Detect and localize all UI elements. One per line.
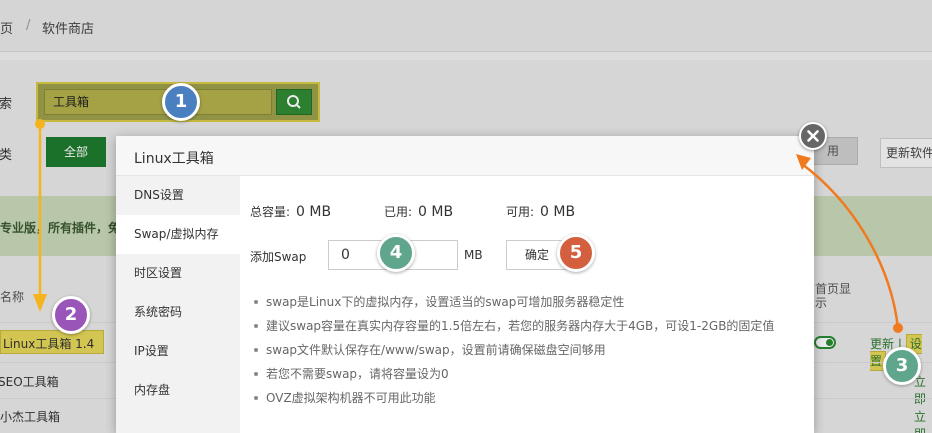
tips-list: swap是Linux下的虚拟内存，设置适当的swap可增加服务器稳定性 建议sw… xyxy=(252,290,812,410)
list-item: swap文件默认保存在/www/swap，设置前请确保磁盘空间够用 xyxy=(252,338,812,362)
swap-content: 总容量: 0 MB 已用: 0 MB 可用: 0 MB 添加Swap 0 MB 确定 … xyxy=(240,176,814,433)
free-capacity: 可用: 0 MB xyxy=(506,203,575,220)
list-item: OVZ虚拟架构机器不可用此功能 xyxy=(252,386,812,410)
step-badge-5: 5 xyxy=(557,234,595,272)
used-label: 已用: xyxy=(384,205,413,219)
list-item: 建议swap容量在真实内存容量的1.5倍左右，若您的服务器内存大于4GB，可设1… xyxy=(252,314,812,338)
dialog-title: Linux工具箱 xyxy=(134,151,214,167)
menu-ramdisk[interactable]: 内存盘 xyxy=(116,371,240,410)
total-value: 0 MB xyxy=(296,204,332,220)
menu-password[interactable]: 系统密码 xyxy=(116,293,240,332)
free-value: 0 MB xyxy=(540,204,576,220)
list-item: 若您不需要swap，请将容量设为0 xyxy=(252,362,812,386)
unit-label: MB xyxy=(464,248,483,262)
free-label: 可用: xyxy=(506,205,535,219)
list-item: swap是Linux下的虚拟内存，设置适当的swap可增加服务器稳定性 xyxy=(252,290,812,314)
menu-timezone[interactable]: 时区设置 xyxy=(116,254,240,293)
step-badge-4: 4 xyxy=(377,234,415,272)
linux-toolbox-dialog: Linux工具箱 DNS设置 Swap/虚拟内存 时区设置 系统密码 IP设置 … xyxy=(116,136,814,433)
used-value: 0 MB xyxy=(418,204,454,220)
menu-dns[interactable]: DNS设置 xyxy=(116,176,240,215)
menu-swap[interactable]: Swap/虚拟内存 xyxy=(116,215,240,254)
step-badge-1: 1 xyxy=(162,83,200,121)
step-badge-3: 3 xyxy=(883,347,921,385)
menu-ip[interactable]: IP设置 xyxy=(116,332,240,371)
dialog-header: Linux工具箱 xyxy=(116,136,814,176)
close-button[interactable] xyxy=(799,122,827,150)
used-capacity: 已用: 0 MB xyxy=(384,203,453,220)
close-icon xyxy=(807,130,819,142)
add-swap-label: 添加Swap xyxy=(250,250,307,264)
total-label: 总容量: xyxy=(250,205,291,219)
step-badge-2: 2 xyxy=(52,296,90,334)
total-capacity: 总容量: 0 MB xyxy=(250,203,331,220)
dialog-sidebar: DNS设置 Swap/虚拟内存 时区设置 系统密码 IP设置 内存盘 xyxy=(116,176,240,433)
